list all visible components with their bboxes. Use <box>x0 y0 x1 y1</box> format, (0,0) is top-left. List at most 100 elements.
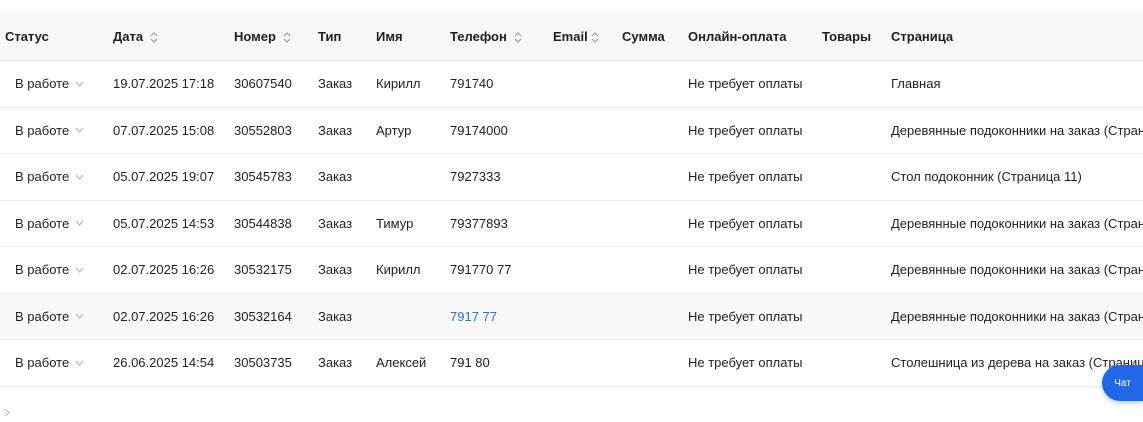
table-row[interactable]: В работе 26.06.2025 14:54 30503735 Заказ Але… <box>0 339 1143 387</box>
sort-arrows-icon[interactable] <box>591 32 599 43</box>
cell-sum <box>610 246 676 294</box>
cell-name-text: Кирилл <box>376 76 421 92</box>
phone-link[interactable]: 7917 77 <box>450 309 497 324</box>
cell-date-text: 02.07.2025 16:26 <box>113 308 215 324</box>
cell-status[interactable]: В работе <box>0 153 101 201</box>
cell-date: 05.07.2025 19:07 <box>101 153 222 201</box>
status-dropdown[interactable]: В работе <box>15 123 84 138</box>
status-dropdown[interactable]: В работе <box>15 216 84 231</box>
cell-number-text: 30544838 <box>234 215 292 231</box>
cell-page: Главная <box>879 60 1143 108</box>
chat-button[interactable]: Чат <box>1102 365 1143 401</box>
cell-type: Заказ <box>306 200 364 247</box>
cell-status[interactable]: В работе <box>0 293 101 340</box>
sort-arrows-icon[interactable] <box>514 32 522 43</box>
cell-goods <box>810 293 879 340</box>
status-dropdown[interactable]: В работе <box>15 355 84 370</box>
table-row[interactable]: В работе 07.07.2025 15:08 30552803 Заказ Арт… <box>0 107 1143 154</box>
sort-arrows-icon[interactable] <box>283 32 291 43</box>
cell-status[interactable]: В работе <box>0 246 101 294</box>
cell-phone-text: 791770 77 <box>450 262 512 278</box>
chevron-down-icon[interactable] <box>75 313 84 320</box>
cell-type-text: Заказ <box>318 215 353 231</box>
table-row[interactable]: В работе 19.07.2025 17:18 30607540 Заказ Кир… <box>0 60 1143 108</box>
cell-payment-text: Не требует оплаты <box>688 355 803 371</box>
cell-sum <box>610 60 676 108</box>
sort-arrows-icon[interactable] <box>150 32 158 43</box>
cell-status[interactable]: В работе <box>0 339 101 387</box>
cell-name-text: Кирилл <box>376 262 421 278</box>
cell-status[interactable]: В работе <box>0 107 101 154</box>
cell-type: Заказ <box>306 339 364 387</box>
cell-payment-text: Не требует оплаты <box>688 169 803 185</box>
chevron-right-icon[interactable] <box>4 408 10 417</box>
header-row: Статус Дата Номер Тип Имя Телефон Email … <box>0 13 1143 61</box>
header-status: Статус <box>0 13 101 61</box>
cell-number: 30503735 <box>222 339 306 387</box>
header-date[interactable]: Дата <box>101 13 222 61</box>
cell-payment-text: Не требует оплаты <box>688 308 803 324</box>
cell-type-text: Заказ <box>318 122 353 138</box>
cell-type-text: Заказ <box>318 76 353 92</box>
cell-payment-text: Не требует оплаты <box>688 122 803 138</box>
status-label: В работе <box>15 76 70 92</box>
cell-sum <box>610 200 676 247</box>
cell-status[interactable]: В работе <box>0 200 101 247</box>
cell-number: 30532175 <box>222 246 306 294</box>
cell-name: Кирилл <box>364 60 438 108</box>
cell-page-text: Деревянные подоконники на заказ (Страниц… <box>891 262 1143 278</box>
status-dropdown[interactable]: В работе <box>15 76 84 91</box>
table-row[interactable]: В работе 05.07.2025 19:07 30545783 Заказ 792… <box>0 153 1143 201</box>
chat-label: Чат <box>1114 377 1131 389</box>
status-dropdown[interactable]: В работе <box>15 262 84 277</box>
table-row[interactable]: В работе 02.07.2025 16:26 30532164 Заказ 791… <box>0 293 1143 340</box>
cell-phone-text: 791740 <box>450 76 494 92</box>
cell-page-text: Деревянные подоконники на заказ (Страниц… <box>891 122 1143 138</box>
cell-goods <box>810 339 879 387</box>
table-row[interactable]: В работе 05.07.2025 14:53 30544838 Заказ Тим… <box>0 200 1143 247</box>
cell-page: Деревянные подоконники на заказ (Страниц… <box>879 246 1143 294</box>
cell-name-text: Алексей <box>376 355 427 371</box>
cell-number: 30544838 <box>222 200 306 247</box>
cell-status[interactable]: В работе <box>0 60 101 108</box>
cell-number-text: 30552803 <box>234 122 292 138</box>
cell-phone: 7927333 <box>438 153 541 201</box>
cell-name <box>364 293 438 340</box>
chevron-down-icon[interactable] <box>75 220 84 227</box>
cell-type: Заказ <box>306 293 364 340</box>
status-label: В работе <box>15 169 70 185</box>
top-strip <box>0 0 1143 13</box>
header-number[interactable]: Номер <box>222 13 306 61</box>
status-label: В работе <box>15 122 70 138</box>
chevron-down-icon[interactable] <box>75 267 84 273</box>
cell-page: Деревянные подоконники на заказ (Страниц… <box>879 200 1143 247</box>
chevron-down-icon[interactable] <box>75 174 84 180</box>
chevron-down-icon[interactable] <box>75 81 84 87</box>
cell-name: Алексей <box>364 339 438 387</box>
cell-page-text: Столешница из дерева на заказ (Страница <box>891 355 1143 371</box>
cell-payment: Не требует оплаты <box>676 200 810 247</box>
cell-name <box>364 153 438 201</box>
cell-date: 19.07.2025 17:18 <box>101 60 222 108</box>
chevron-down-icon[interactable] <box>75 127 84 134</box>
table-row[interactable]: В работе 02.07.2025 16:26 30532175 Заказ Кир… <box>0 246 1143 294</box>
cell-date-text: 05.07.2025 14:53 <box>113 215 215 231</box>
cell-date-text: 07.07.2025 15:08 <box>113 122 215 138</box>
status-label: В работе <box>15 262 70 278</box>
cell-number: 30552803 <box>222 107 306 154</box>
cell-date: 05.07.2025 14:53 <box>101 200 222 247</box>
status-dropdown[interactable]: В работе <box>15 309 84 324</box>
header-phone[interactable]: Телефон <box>438 13 541 61</box>
status-label: В работе <box>15 215 70 231</box>
cell-number-text: 30503735 <box>234 355 292 371</box>
cell-type: Заказ <box>306 60 364 108</box>
cell-sum <box>610 339 676 387</box>
cell-name: Тимур <box>364 200 438 247</box>
status-dropdown[interactable]: В работе <box>15 169 84 184</box>
cell-goods <box>810 60 879 108</box>
chevron-down-icon[interactable] <box>75 360 84 366</box>
header-email[interactable]: Email <box>541 13 610 61</box>
cell-date-text: 02.07.2025 16:26 <box>113 262 215 278</box>
cell-payment: Не требует оплаты <box>676 60 810 108</box>
header-sum: Сумма <box>610 13 676 61</box>
